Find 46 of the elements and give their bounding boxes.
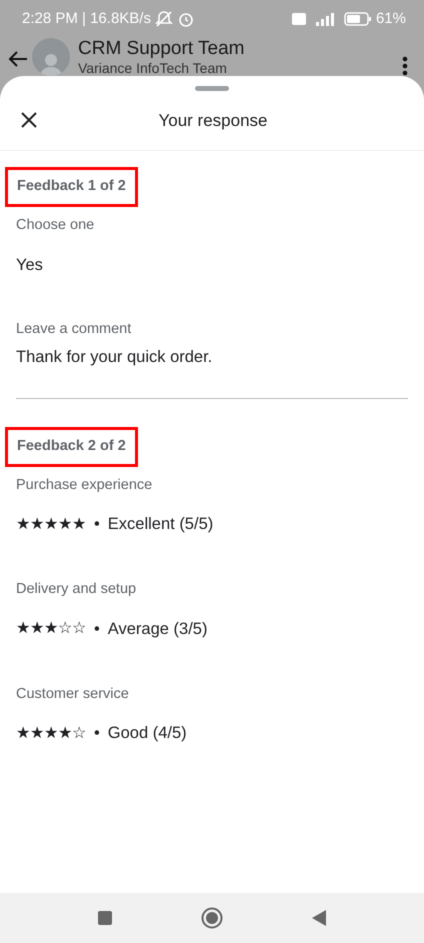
battery-icon — [344, 12, 372, 26]
square-icon — [97, 910, 113, 926]
separator-dot: • — [94, 514, 100, 536]
filled-star-icon: ★ — [30, 722, 44, 746]
chat-subtitle: Variance InfoTech Team — [78, 60, 228, 76]
filled-star-icon: ★ — [30, 617, 44, 642]
field-label: Purchase experience — [16, 476, 154, 494]
rating-text: Excellent (5/5) — [108, 514, 214, 536]
separator-dot: • — [94, 723, 100, 744]
more-options-icon — [402, 56, 408, 76]
back-triangle-icon — [311, 908, 327, 927]
alarm-icon — [176, 10, 195, 28]
home-circle-icon — [201, 906, 223, 929]
field-label: Customer service — [16, 684, 130, 704]
back-arrow-icon — [8, 50, 28, 68]
filled-star-icon: ★ — [44, 512, 58, 537]
filled-star-icon: ★ — [16, 617, 30, 642]
field-label: Choose one — [16, 216, 96, 235]
avatar-icon — [40, 52, 62, 76]
filled-star-icon: ★ — [16, 512, 30, 537]
filled-star-icon: ★ — [44, 722, 58, 746]
empty-star-icon: ☆ — [72, 617, 86, 642]
answer-text: Yes — [16, 254, 44, 276]
field-label: Leave a comment — [16, 320, 132, 340]
rating-text: Good (4/5) — [108, 723, 187, 744]
separator-dot: • — [94, 618, 100, 640]
rating-text: Average (3/5) — [108, 618, 208, 640]
filled-star-icon: ★ — [44, 617, 58, 642]
filled-star-icon: ★ — [58, 722, 72, 746]
battery-level: 61% — [376, 8, 406, 29]
filled-star-icon: ★ — [58, 512, 72, 537]
filled-star-icon: ★ — [16, 722, 30, 746]
empty-star-icon: ☆ — [72, 722, 86, 746]
empty-star-icon: ☆ — [58, 617, 72, 642]
field-label: Delivery and setup — [16, 580, 138, 599]
section-heading: Feedback 1 of 2 — [5, 167, 138, 207]
close-icon — [20, 111, 38, 130]
sheet-title: Your response — [158, 110, 268, 130]
section-heading: Feedback 2 of 2 — [5, 426, 138, 466]
status-time: 2:28 PM | 16.8KB/s — [22, 8, 151, 29]
filled-star-icon: ★ — [30, 512, 44, 537]
filled-star-icon: ★ — [72, 512, 86, 537]
comment-text: Thank for your quick order. — [16, 347, 214, 368]
drag-handle[interactable] — [195, 86, 229, 91]
chat-title: CRM Support Team — [78, 38, 246, 60]
muted-bell-icon — [154, 10, 173, 28]
